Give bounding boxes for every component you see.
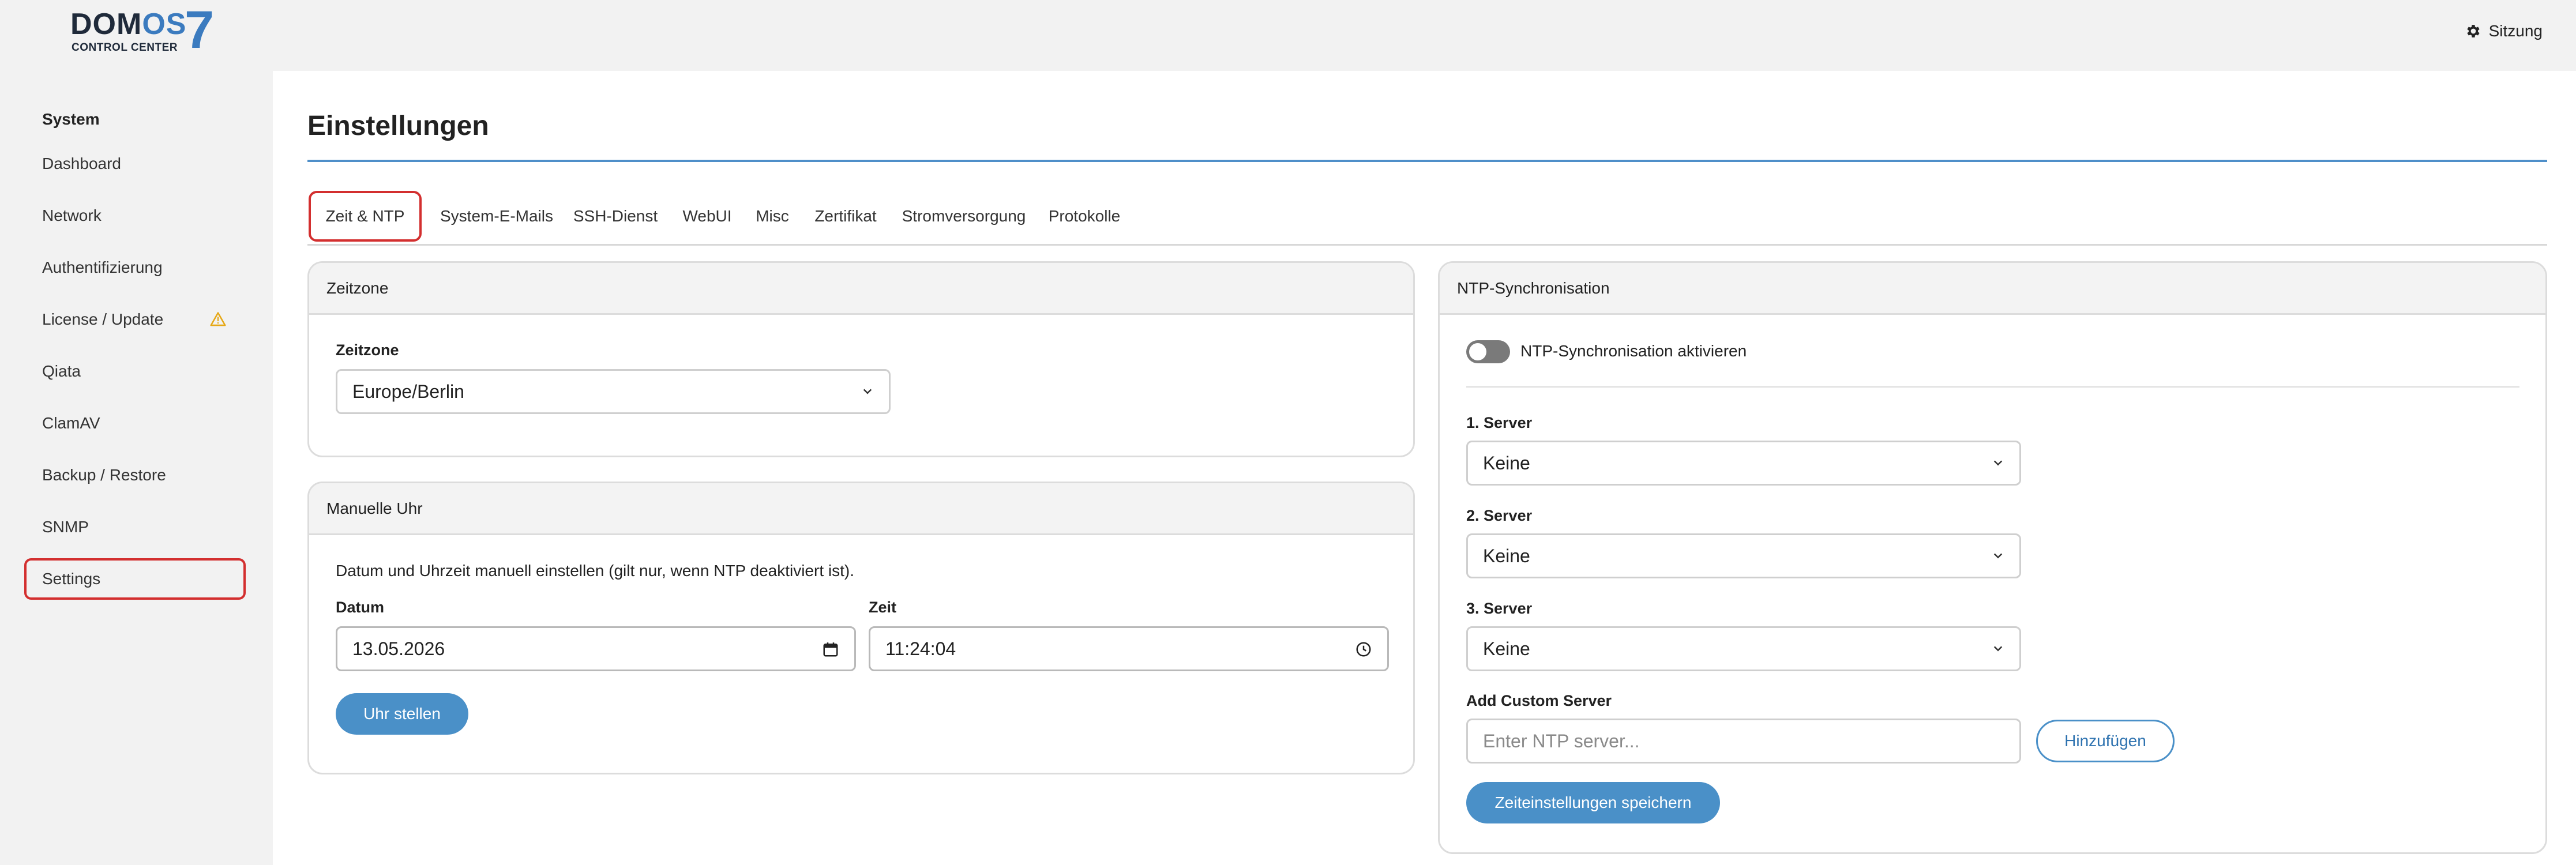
logo-number: 7 [185, 1, 215, 59]
server-1-label: 1. Server [1466, 414, 1533, 431]
sidebar-item-label: Authentifizierung [42, 258, 163, 276]
custom-server-label: Add Custom Server [1466, 692, 1612, 709]
chevron-down-icon [863, 389, 872, 394]
divider [1466, 386, 2519, 388]
tab-system-e-mails[interactable]: System-E-Mails [435, 191, 558, 242]
tab-protokolle[interactable]: Protokolle [1042, 191, 1126, 242]
tab-label: Zertifikat [814, 207, 877, 225]
sidebar-item-label: ClamAV [42, 414, 100, 432]
title-divider [307, 160, 2547, 162]
logo[interactable]: DOMOS 7 CONTROL CENTER [70, 3, 220, 57]
sidebar-item-clamav[interactable]: ClamAV [24, 403, 246, 444]
card-header: Manuelle Uhr [309, 483, 1413, 535]
manual-clock-card: Manuelle Uhr Datum und Uhrzeit manuell e… [307, 482, 1415, 774]
custom-server-placeholder: Enter NTP server... [1483, 730, 1640, 751]
sidebar-item-label: Qiata [42, 362, 81, 380]
session-label: Sitzung [2488, 22, 2543, 40]
ntp-toggle-label: NTP-Synchronisation aktivieren [1520, 342, 1747, 360]
ntp-toggle[interactable] [1466, 340, 1510, 363]
logo-subtitle: CONTROL CENTER [72, 42, 178, 54]
sidebar-item-dashboard[interactable]: Dashboard [24, 143, 246, 185]
save-time-settings-button[interactable]: Zeiteinstellungen speichern [1466, 782, 1720, 823]
zeitzone-card: Zeitzone Zeitzone Europe/Berlin [307, 261, 1415, 457]
sidebar-item-qiata[interactable]: Qiata [24, 351, 246, 392]
chevron-down-icon [1993, 646, 2003, 652]
time-field[interactable]: 11:24:04 [869, 626, 1389, 671]
clock-icon[interactable] [1355, 641, 1372, 658]
server-3-label: 3. Server [1466, 600, 1533, 617]
sidebar-item-backup-restore[interactable]: Backup / Restore [24, 454, 246, 496]
zeitzone-select[interactable]: Europe/Berlin [336, 369, 891, 414]
tab-zeit-ntp[interactable]: Zeit & NTP [309, 191, 422, 242]
server-3-select[interactable]: Keine [1466, 626, 2021, 671]
zeitzone-value: Europe/Berlin [352, 381, 464, 402]
warning-icon [210, 312, 226, 326]
sidebar-item-network[interactable]: Network [24, 195, 246, 236]
sidebar-item-label: License / Update [42, 310, 164, 328]
sidebar-item-settings[interactable]: Settings [24, 558, 246, 600]
sidebar-item-license-update[interactable]: License / Update [24, 299, 246, 340]
date-label: Datum [336, 599, 385, 616]
tab-label: WebUI [682, 207, 732, 225]
card-header: NTP-Synchronisation [1440, 263, 2545, 315]
gear-icon [2466, 25, 2480, 37]
top-bar: DOMOS 7 CONTROL CENTER Sitzung [0, 0, 2576, 71]
date-field[interactable]: 13.05.2026 [336, 626, 856, 671]
tab-stromversorgung[interactable]: Stromversorgung [895, 191, 1033, 242]
sidebar: System Dashboard Network Authentifizieru… [0, 71, 273, 865]
sidebar-item-authentifizierung[interactable]: Authentifizierung [24, 247, 246, 288]
tab-webui[interactable]: WebUI [675, 191, 739, 242]
server-1-select[interactable]: Keine [1466, 441, 2021, 486]
tab-label: Misc [756, 207, 789, 225]
server-2-select[interactable]: Keine [1466, 533, 2021, 578]
time-value: 11:24:04 [885, 638, 956, 659]
tab-zertifikat[interactable]: Zertifikat [806, 191, 885, 242]
add-server-button[interactable]: Hinzufügen [2036, 720, 2175, 762]
sidebar-item-snmp[interactable]: SNMP [24, 506, 246, 548]
set-clock-button[interactable]: Uhr stellen [336, 693, 468, 735]
server-2-label: 2. Server [1466, 507, 1533, 524]
sidebar-item-label: Network [42, 206, 102, 224]
server-3-value: Keine [1483, 638, 1530, 659]
tab-label: SSH-Dienst [573, 207, 658, 225]
sidebar-item-label: SNMP [42, 518, 89, 536]
chevron-down-icon [1993, 553, 2003, 559]
session-menu[interactable]: Sitzung [2465, 20, 2543, 43]
sidebar-item-label: Backup / Restore [42, 466, 166, 484]
server-2-value: Keine [1483, 545, 1530, 566]
logo-wordmark: DOMOS [70, 7, 187, 41]
sidebar-item-label: Settings [42, 570, 101, 588]
manual-clock-description: Datum und Uhrzeit manuell einstellen (gi… [336, 562, 854, 580]
tab-ssh-dienst[interactable]: SSH-Dienst [566, 191, 665, 242]
tab-label: System-E-Mails [440, 207, 553, 225]
tab-bar: Zeit & NTP System-E-Mails SSH-Dienst Web… [307, 191, 2547, 246]
time-label: Zeit [869, 599, 897, 616]
ntp-card: NTP-Synchronisation NTP-Synchronisation … [1438, 261, 2547, 854]
sidebar-item-label: Dashboard [42, 155, 121, 172]
main-content: Einstellungen Zeit & NTP System-E-Mails … [273, 71, 2576, 865]
date-value: 13.05.2026 [352, 638, 445, 659]
tab-label: Protokolle [1048, 207, 1121, 225]
calendar-icon[interactable] [822, 641, 839, 658]
tab-label: Stromversorgung [902, 207, 1026, 225]
server-1-value: Keine [1483, 452, 1530, 473]
zeitzone-label: Zeitzone [336, 341, 399, 359]
custom-server-input[interactable]: Enter NTP server... [1466, 719, 2021, 764]
tab-label: Zeit & NTP [325, 207, 405, 225]
toggle-knob [1469, 343, 1486, 360]
sidebar-heading: System [42, 110, 100, 128]
chevron-down-icon [1993, 460, 2003, 466]
page-title: Einstellungen [307, 111, 489, 141]
card-header: Zeitzone [309, 263, 1413, 315]
tab-misc[interactable]: Misc [748, 191, 797, 242]
